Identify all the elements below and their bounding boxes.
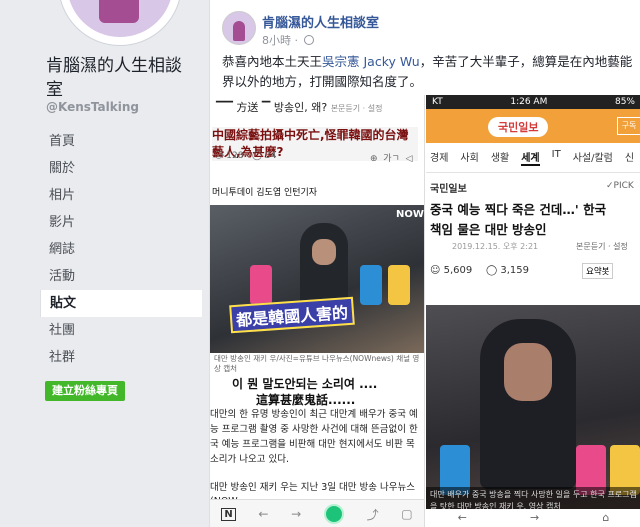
post-card: 肯腦濕的人生相談室 8小時 · 恭喜內地本土天王吳宗憲 Jacky Wu，辛苦了… — [209, 0, 640, 527]
s1-mic — [250, 265, 272, 305]
s2-tab: 경제 — [430, 153, 449, 164]
post-timestamp[interactable]: 8小時 · — [262, 32, 314, 48]
forward-icon: → — [530, 511, 540, 524]
s2-tab: IT — [551, 149, 561, 160]
nav-item-notes[interactable]: 網誌 — [40, 236, 202, 263]
post-author-avatar[interactable] — [222, 11, 256, 45]
s1-head-src: 본문듣기 · 설정 — [330, 104, 383, 113]
s2-header: 국민일보 구독 — [426, 109, 640, 143]
page-name[interactable]: 肯腦濕的人生相談室 — [46, 54, 196, 102]
s1-head-ko: 방송인, 왜? — [273, 101, 328, 114]
s2-tabs: 경제 사회 생활 세계 IT 사설/칼럼 신 — [426, 143, 640, 173]
s2-tab: 생활 — [490, 153, 510, 164]
s2-tab-active: 세계 — [521, 149, 540, 166]
s2-status-bar: KT 1:26 AM 85% — [426, 95, 640, 109]
post-text-before: 恭喜內地本土天王 — [222, 54, 323, 69]
s2-battery: 85% — [614, 97, 635, 107]
post-tag-link[interactable]: 吳宗憲 Jacky Wu — [322, 54, 420, 69]
tabs-icon: ▢ — [401, 507, 413, 521]
home-icon: ⌂ — [602, 511, 610, 524]
s2-comments: ◯ 3,159 — [486, 265, 530, 276]
s1-actions: ⊕ 가ㄱ ◁ — [370, 154, 413, 164]
s1-react-count: 128 — [226, 151, 244, 161]
nav-item-photos[interactable]: 相片 — [40, 182, 202, 209]
s1-byline: 머니투데이 김도엽 인턴기자 — [212, 188, 318, 198]
nav-item-events[interactable]: 活動 — [40, 263, 202, 290]
page-avatar[interactable] — [58, 0, 182, 46]
s1-quote-ko: 이 뭔 말도안되는 소리여 .... — [232, 377, 378, 391]
attached-image-1[interactable]: ▔▔ 方送 ▔ 방송인, 왜? 본문듣기 · 설정 中國綜藝拍攝中死亡,怪罪韓國… — [210, 95, 425, 527]
s2-title-line-2: 책임 물은 대만 방송인 — [430, 222, 547, 237]
s2-pick-label: PICK — [613, 181, 634, 191]
s2-date: 2019.12.15. 오후 2:21 — [452, 242, 539, 251]
share-icon: ⤴ — [366, 507, 379, 522]
s1-body: 대만의 한 유명 방송인이 최근 대만계 배우가 중국 예능 프로그램 촬영 중… — [210, 409, 418, 465]
s2-logo: 국민일보 — [488, 117, 549, 137]
create-page-button[interactable]: 建立粉絲專頁 — [45, 381, 125, 401]
s1-browser-bar: N ← → ⤴ ▢ — [210, 499, 424, 527]
s2-tab: 신 — [624, 153, 635, 164]
s1-reactions: ☺ 128 · ◯ 34 — [214, 151, 277, 161]
s1-overlay-text: 都是韓國人害的 — [229, 296, 355, 334]
post-time-text[interactable]: 8小時 — [262, 34, 291, 47]
nav-item-videos[interactable]: 影片 — [40, 209, 202, 236]
post-text: 恭喜內地本土天王吳宗憲 Jacky Wu，辛苦了大半輩子，總算是在內地藝能界以外… — [222, 52, 634, 92]
post-author[interactable]: 肯腦濕的人生相談室 — [262, 12, 379, 31]
s1-mic — [360, 265, 382, 305]
nav-item-community[interactable]: 社群 — [40, 344, 202, 371]
s2-reactions: ☺ 5,609 — [430, 265, 473, 276]
s1-photo-caption: 대만 방송인 재키 우/사진=유튜브 나우뉴스(NOWnews) 채널 영상 캡… — [214, 354, 420, 373]
s2-pick: ✓PICK — [606, 181, 634, 191]
nav-item-home[interactable]: 首頁 — [40, 128, 202, 155]
s2-src: 본문듣기 · 설정 — [576, 242, 628, 251]
s2-subscribe: 구독 — [617, 117, 640, 135]
s1-header: ▔▔ 方送 ▔ 방송인, 왜? 본문듣기 · 설정 — [216, 101, 383, 114]
s1-watermark: NOW — [396, 209, 424, 220]
home-circle-icon — [323, 504, 344, 524]
page-nav: 首頁 關於 相片 影片 網誌 活動 貼文 社團 社群 — [40, 128, 202, 371]
s1-quote-zh: 這算甚麼鬼話...... — [256, 393, 356, 407]
s2-browser-bar: ← → ⌂ — [426, 509, 640, 527]
s2-tab: 사설/칼럼 — [572, 153, 613, 164]
s1-n-logo: N — [221, 507, 236, 521]
attached-image-2[interactable]: KT 1:26 AM 85% 국민일보 구독 경제 사회 생활 세계 IT 사설/칼… — [426, 95, 640, 527]
nav-item-groups[interactable]: 社團 — [40, 317, 202, 344]
s2-comment-count: 3,159 — [500, 265, 530, 276]
nav-item-about[interactable]: 關於 — [40, 155, 202, 182]
globe-icon — [303, 35, 314, 45]
s2-person — [480, 319, 576, 489]
s2-paper-name: 국민일보 — [430, 184, 467, 195]
s2-summary-button: 요약봇 — [582, 263, 614, 279]
s2-time: 1:26 AM — [510, 97, 548, 107]
s2-react-count: 5,609 — [443, 265, 473, 276]
nav-item-posts[interactable]: 貼文 — [40, 290, 202, 317]
s2-title-line-1: 중국 예능 찍다 죽은 건데…' 한국 — [430, 202, 607, 217]
s2-tab: 사회 — [460, 153, 479, 164]
page-handle[interactable]: @KensTalking — [46, 100, 139, 114]
s1-mic — [388, 265, 410, 305]
s1-photo: NOW 都是韓國人害的 — [210, 205, 424, 353]
back-icon: ← — [258, 507, 269, 521]
s1-comment-count: 34 — [264, 151, 277, 161]
forward-icon: → — [291, 507, 302, 521]
left-sidebar: 肯腦濕的人生相談室 @KensTalking 首頁 關於 相片 影片 網誌 活動… — [0, 0, 205, 527]
s2-carrier: KT — [432, 97, 443, 107]
back-icon: ← — [457, 511, 467, 524]
